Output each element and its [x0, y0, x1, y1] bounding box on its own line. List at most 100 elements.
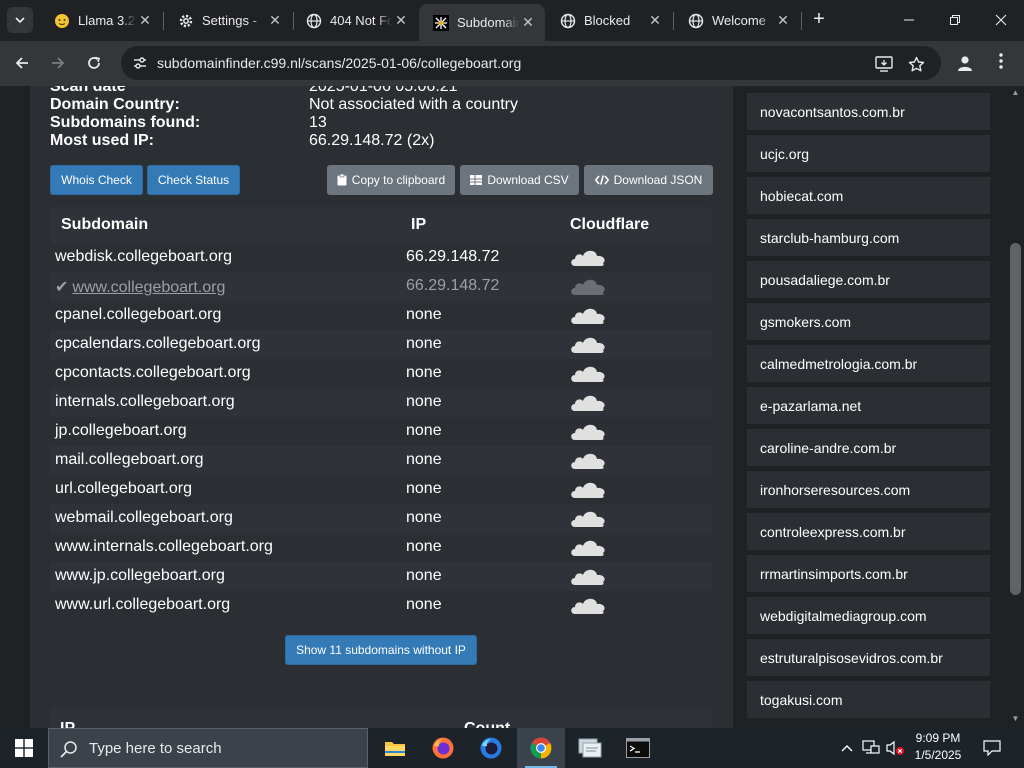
recent-scan-link[interactable]: ucjc.org: [747, 135, 990, 172]
info-value: 2025-01-06 05:06:21: [309, 86, 458, 95]
taskbar-firefox-developer[interactable]: [467, 728, 515, 768]
reload-button[interactable]: [80, 49, 108, 77]
page-scrollbar[interactable]: ▲ ▼: [1007, 86, 1024, 728]
show-subdomains-without-ip-button[interactable]: Show 11 subdomains without IP: [285, 635, 477, 665]
scroll-up-arrow[interactable]: ▲: [1010, 88, 1021, 98]
install-app-icon[interactable]: [873, 53, 895, 75]
url-text[interactable]: subdomainfinder.c99.nl/scans/2025-01-06/…: [157, 55, 521, 71]
site-info-icon[interactable]: [129, 52, 151, 74]
subdomain-cell[interactable]: webmail.collegeboart.org: [55, 509, 233, 527]
recent-scan-link[interactable]: gsmokers.com: [747, 303, 990, 340]
scroll-down-arrow[interactable]: ▼: [1010, 714, 1021, 724]
taskbar-app-window[interactable]: [566, 728, 614, 768]
arrow-left-icon: [15, 57, 28, 69]
ip-cell: 66.29.148.72: [406, 248, 500, 265]
plus-icon: +: [813, 8, 825, 30]
reload-icon: [88, 56, 100, 69]
cloud-icon: [569, 391, 609, 413]
network-status[interactable]: [860, 728, 882, 768]
new-tab-button[interactable]: +: [807, 8, 831, 32]
recent-scan-link[interactable]: estruturalpisosevidros.com.br: [747, 639, 990, 676]
table-row: webdisk.collegeboart.org 66.29.148.72: [50, 243, 712, 272]
scrollbar-thumb[interactable]: [1010, 243, 1021, 595]
system-clock[interactable]: 9:09 PM 1/5/2025: [908, 730, 968, 764]
recent-scan-link[interactable]: controleexpress.com.br: [747, 513, 990, 550]
subdomain-cell[interactable]: cpcontacts.collegeboart.org: [55, 364, 251, 382]
table-row: ✔ www.collegeboart.org 66.29.148.72: [50, 272, 712, 301]
tab-404[interactable]: 404 Not Fo ✕: [292, 4, 418, 37]
subdomain-cell[interactable]: www.internals.collegeboart.org: [55, 538, 273, 556]
browser-menu-button[interactable]: [990, 50, 1012, 76]
column-header-count: Count: [464, 720, 510, 728]
subdomain-cell[interactable]: webdisk.collegeboart.org: [55, 248, 232, 266]
restore-icon: [950, 15, 960, 25]
check-status-button[interactable]: Check Status: [147, 165, 240, 195]
close-icon[interactable]: ✕: [519, 14, 537, 31]
minimize-button[interactable]: [886, 0, 932, 40]
recent-scan-link[interactable]: novacontsantos.com.br: [747, 93, 990, 130]
gear-icon: [178, 13, 194, 29]
close-window-button[interactable]: [978, 0, 1024, 40]
close-icon[interactable]: ✕: [136, 12, 154, 29]
taskbar-firefox[interactable]: [419, 728, 467, 768]
restore-button[interactable]: [932, 0, 978, 40]
volume-control[interactable]: [884, 728, 906, 768]
more-vertical-icon: [999, 53, 1003, 69]
subdomain-cell[interactable]: www.url.collegeboart.org: [55, 596, 230, 614]
forward-button[interactable]: [44, 49, 72, 77]
clipboard-icon: [337, 174, 347, 186]
recent-scan-link[interactable]: calmedmetrologia.com.br: [747, 345, 990, 382]
download-csv-button[interactable]: Download CSV: [460, 165, 579, 195]
address-bar[interactable]: subdomainfinder.c99.nl/scans/2025-01-06/…: [121, 46, 941, 80]
folder-icon: [385, 742, 405, 756]
recent-scan-link[interactable]: ironhorseresources.com: [747, 471, 990, 508]
profile-icon: [958, 56, 972, 71]
taskbar-chrome[interactable]: [517, 728, 565, 768]
show-hidden-icons-button[interactable]: [838, 728, 856, 768]
tab-title: Welcome: [712, 13, 766, 28]
tab-welcome[interactable]: Welcome ✕: [674, 4, 800, 37]
table-header: Subdomain IP Cloudflare: [50, 207, 712, 243]
tab-title: Blocked: [584, 13, 631, 28]
recent-scan-link[interactable]: webdigitalmediagroup.com: [747, 597, 990, 634]
tab-settings[interactable]: Settings - ✕: [164, 4, 292, 37]
ip-cell: none: [406, 509, 442, 526]
firefox-developer-icon: [480, 737, 502, 759]
bookmark-star-icon[interactable]: [905, 53, 927, 75]
whois-check-button[interactable]: Whois Check: [50, 165, 143, 195]
back-button[interactable]: [8, 49, 36, 77]
taskbar-file-explorer[interactable]: [371, 728, 419, 768]
recent-scan-link[interactable]: hobiecat.com: [747, 177, 990, 214]
recent-scan-link[interactable]: e-pazarlama.net: [747, 387, 990, 424]
recent-scan-link[interactable]: pousadaliege.com.br: [747, 261, 990, 298]
subdomain-cell[interactable]: jp.collegeboart.org: [55, 422, 187, 440]
download-json-button[interactable]: Download JSON: [584, 165, 713, 195]
profile-button[interactable]: [952, 50, 978, 76]
subdomain-cell[interactable]: url.collegeboart.org: [55, 480, 192, 498]
tab-llama[interactable]: Llama 3.2 ✕: [40, 4, 162, 37]
taskbar-search-box[interactable]: Type here to search: [48, 728, 368, 768]
tab-blocked[interactable]: Blocked ✕: [546, 4, 672, 37]
close-icon[interactable]: ✕: [774, 12, 792, 29]
close-icon[interactable]: ✕: [646, 12, 664, 29]
copy-to-clipboard-button[interactable]: Copy to clipboard: [327, 165, 455, 195]
taskbar-terminal[interactable]: [614, 728, 662, 768]
tab-search-button[interactable]: [7, 7, 33, 33]
subdomain-cell[interactable]: internals.collegeboart.org: [55, 393, 235, 411]
subdomain-link[interactable]: www.collegeboart.org: [72, 279, 225, 296]
subdomain-cell[interactable]: cpcalendars.collegeboart.org: [55, 335, 260, 353]
close-icon[interactable]: ✕: [392, 12, 410, 29]
close-icon[interactable]: ✕: [266, 12, 284, 29]
recent-scan-link[interactable]: rrmartinsimports.com.br: [747, 555, 990, 592]
notifications-button[interactable]: [978, 728, 1006, 768]
start-button[interactable]: [0, 728, 48, 768]
recent-scan-link[interactable]: starclub-hamburg.com: [747, 219, 990, 256]
cloud-icon: [569, 536, 609, 558]
recent-scan-link[interactable]: togakusi.com: [747, 681, 990, 718]
recent-scan-link[interactable]: caroline-andre.com.br: [747, 429, 990, 466]
subdomain-cell[interactable]: cpanel.collegeboart.org: [55, 306, 221, 324]
tab-subdomain[interactable]: Subdomain ✕: [419, 4, 545, 41]
subdomain-cell[interactable]: mail.collegeboart.org: [55, 451, 204, 469]
subdomain-cell[interactable]: www.jp.collegeboart.org: [55, 567, 225, 585]
subdomain-cell[interactable]: ✔ www.collegeboart.org: [55, 277, 225, 297]
